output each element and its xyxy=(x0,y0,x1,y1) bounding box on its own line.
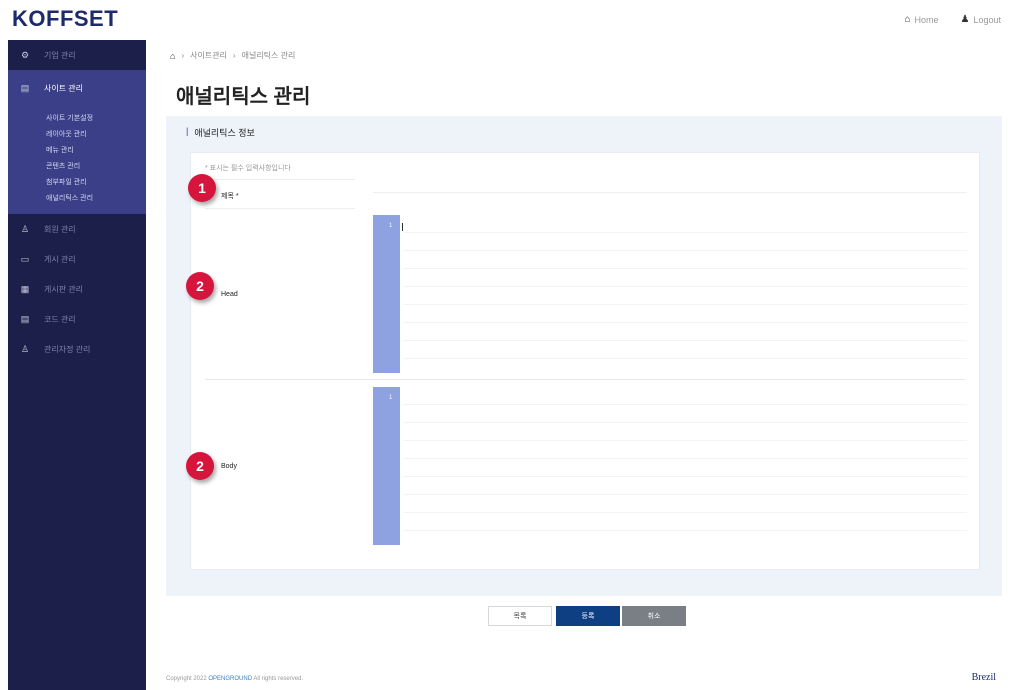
annotation-badge-1: 1 xyxy=(188,174,216,202)
document-icon: ▤ xyxy=(20,82,30,93)
footer-copyright: Copyright 2022 OPENGROUND All rights res… xyxy=(166,676,303,682)
head-code-editor[interactable]: 1 xyxy=(373,215,967,373)
brand-logo: Brezil xyxy=(971,672,996,683)
document-icon: ▤ xyxy=(20,313,30,324)
sidebar-item-member[interactable]: ♙ 회원 관리 xyxy=(8,214,146,244)
head-code-lines xyxy=(403,215,967,373)
breadcrumb-item: 애널리틱스 관리 xyxy=(241,51,296,60)
top-links: ⌂ Home ♟ Logout xyxy=(904,14,1001,25)
sidebar-item-label: 관리자정 관리 xyxy=(44,344,91,354)
sidebar-item-post[interactable]: ▭ 게시 관리 xyxy=(8,244,146,274)
submenu-item-layout[interactable]: 레이아웃 관리 xyxy=(8,126,146,142)
sidebar-item-site[interactable]: ▤ 사이트 관리 xyxy=(8,70,146,106)
sidebar-item-admin[interactable]: ♙ 관리자정 관리 xyxy=(8,334,146,364)
breadcrumb-separator: › xyxy=(181,51,185,60)
sidebar: ⚙ 기업 관리 ▤ 사이트 관리 사이트 기본설정 레이아웃 관리 메뉴 관리 콘텐… xyxy=(8,40,146,690)
breadcrumb-separator: › xyxy=(232,51,236,60)
body-gutter: 1 xyxy=(373,387,400,545)
sidebar-submenu: 사이트 기본설정 레이아웃 관리 메뉴 관리 콘텐츠 관리 첨부파일 관리 애널… xyxy=(8,106,146,214)
analytics-panel: | 애널리틱스 정보 * 표시는 필수 입력사항입니다 제목 * Head 1 B… xyxy=(166,116,1002,596)
heading-bar: | xyxy=(186,126,189,136)
cancel-button[interactable]: 취소 xyxy=(622,606,686,626)
line-number: 1 xyxy=(389,223,393,229)
save-button[interactable]: 등록 xyxy=(556,606,620,626)
calendar-icon: ▦ xyxy=(20,283,30,294)
page-title: 애널리틱스 관리 xyxy=(176,86,311,108)
body-label-cell: Body xyxy=(205,383,355,551)
main-content: ⌂ › 사이트관리 › 애널리틱스 관리 애널리틱스 관리 | 애널리틱스 정보 … xyxy=(166,40,1002,690)
head-gutter: 1 xyxy=(373,215,400,373)
sidebar-item-company[interactable]: ⚙ 기업 관리 xyxy=(8,40,146,70)
breadcrumb-item[interactable]: 사이트관리 xyxy=(190,50,227,61)
title-label-cell: 제목 * xyxy=(205,179,355,209)
logo[interactable]: KOFFSET xyxy=(12,6,118,32)
body-label: Body xyxy=(221,463,237,470)
home-icon: ⌂ xyxy=(904,14,911,25)
sidebar-item-label: 게시판 관리 xyxy=(44,284,84,294)
title-input[interactable] xyxy=(373,183,967,193)
body-code-editor[interactable]: 1 xyxy=(373,387,967,545)
head-label: Head xyxy=(221,291,238,298)
submenu-item-basic[interactable]: 사이트 기본설정 xyxy=(8,110,146,126)
gear-icon: ⚙ xyxy=(20,49,30,60)
submenu-item-analytics[interactable]: 애널리틱스 관리 xyxy=(8,190,146,206)
breadcrumb: ⌂ › 사이트관리 › 애널리틱스 관리 xyxy=(170,50,295,61)
home-icon[interactable]: ⌂ xyxy=(170,51,175,61)
footer-prefix: Copyright 2022 xyxy=(166,676,207,682)
sidebar-item-board[interactable]: ▦ 게시판 관리 xyxy=(8,274,146,304)
title-label: 제목 * xyxy=(221,193,239,200)
form-container: * 표시는 필수 입력사항입니다 제목 * Head 1 Body 1 xyxy=(190,152,980,570)
annotation-badge-3: 2 xyxy=(186,452,214,480)
row-divider xyxy=(205,379,965,380)
submenu-item-menu[interactable]: 메뉴 관리 xyxy=(8,142,146,158)
panel-heading: | 애널리틱스 정보 xyxy=(186,126,255,139)
top-bar: KOFFSET ⌂ Home ♟ Logout xyxy=(0,0,1009,40)
submenu-item-content[interactable]: 콘텐츠 관리 xyxy=(8,158,146,174)
user-icon: ♙ xyxy=(20,343,30,354)
list-button[interactable]: 목록 xyxy=(488,606,552,626)
annotation-badge-2: 2 xyxy=(186,272,214,300)
sidebar-item-label: 기업 관리 xyxy=(44,50,76,60)
logout-label: Logout xyxy=(973,14,1001,25)
sidebar-item-code[interactable]: ▤ 코드 관리 xyxy=(8,304,146,334)
user-icon: ♟ xyxy=(960,14,970,25)
home-link[interactable]: ⌂ Home xyxy=(904,14,938,25)
action-buttons: 목록 등록 취소 xyxy=(488,606,686,626)
line-number: 1 xyxy=(389,395,393,401)
body-code-lines xyxy=(403,387,967,545)
footer-company: OPENGROUND xyxy=(208,676,253,682)
required-note: * 표시는 필수 입력사항입니다 xyxy=(205,165,291,172)
sidebar-item-label: 사이트 관리 xyxy=(44,83,84,93)
user-icon: ♙ xyxy=(20,223,30,234)
sidebar-item-label: 게시 관리 xyxy=(44,254,76,264)
home-label: Home xyxy=(914,14,939,25)
sidebar-item-label: 회원 관리 xyxy=(44,224,76,234)
logout-link[interactable]: ♟ Logout xyxy=(961,14,1002,25)
footer-suffix: All rights reserved. xyxy=(253,676,304,682)
submenu-item-attachment[interactable]: 첨부파일 관리 xyxy=(8,174,146,190)
panel-title: 애널리틱스 정보 xyxy=(194,128,255,138)
card-icon: ▭ xyxy=(20,253,30,264)
sidebar-item-label: 코드 관리 xyxy=(44,314,76,324)
head-label-cell: Head xyxy=(205,213,355,373)
